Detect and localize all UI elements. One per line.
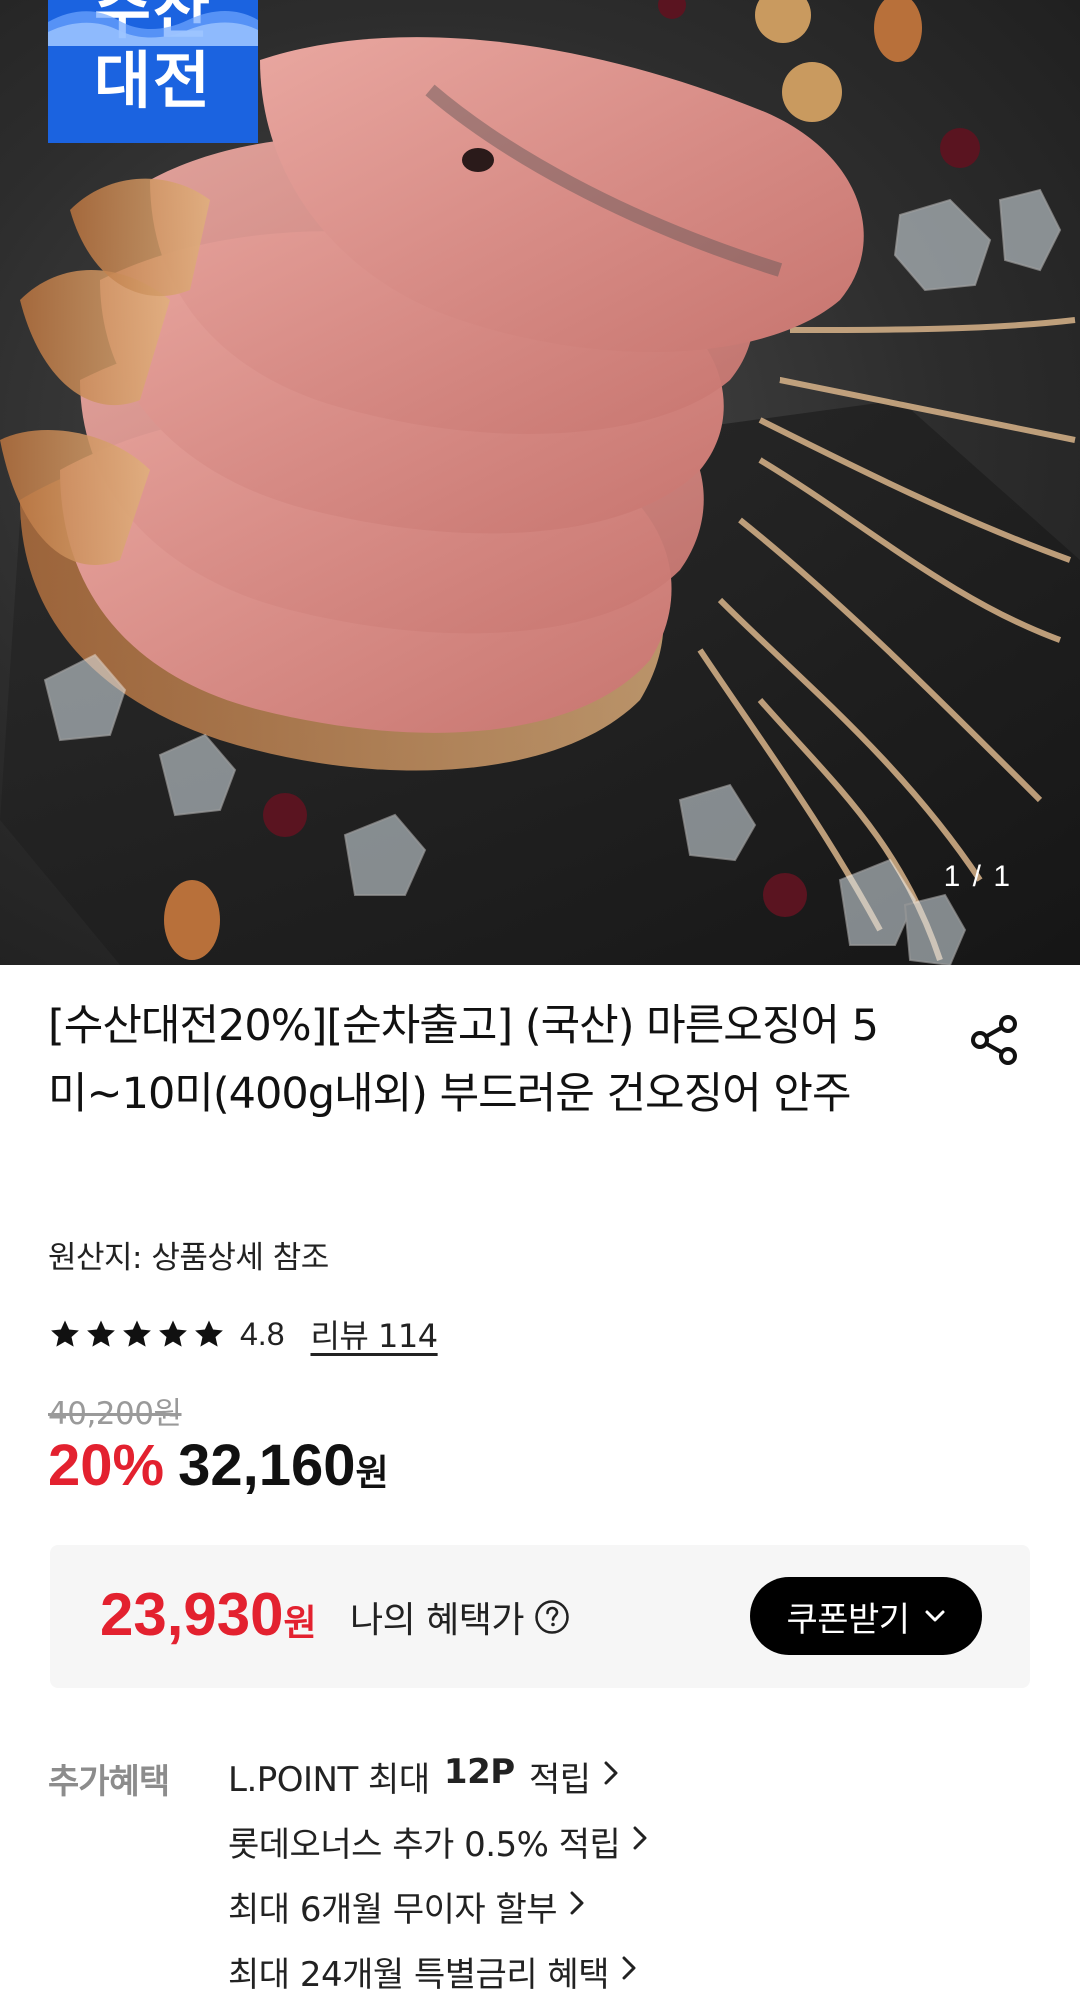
promo-badge: 수산 대전 (48, 0, 258, 143)
extra-benefit-special-rate[interactable]: 최대 24개월 특별금리 혜택 (228, 1947, 648, 2012)
extra-benefit-lpoint[interactable]: L.POINT 최대 12P 적립 (228, 1752, 648, 1817)
extra-benefit-bold: 12P (443, 1752, 515, 1792)
review-link[interactable]: 리뷰 114 (310, 1311, 438, 1357)
chevron-right-icon (569, 1890, 585, 1916)
extra-benefit-text: 롯데오너스 추가 0.5% 적립 (228, 1825, 621, 1865)
origin-info: 원산지: 상품상세 참조 (48, 1240, 329, 1276)
extra-benefit-suffix: 적립 (518, 1760, 591, 1800)
extra-benefits-list: L.POINT 최대 12P 적립 롯데오너스 추가 0.5% 적립 최대 6개… (228, 1752, 648, 2012)
price-row: 20% 32,160 원 (48, 1432, 389, 1499)
chevron-down-icon (924, 1609, 946, 1623)
image-counter: 1 / 1 (943, 860, 1012, 893)
chevron-right-icon (603, 1760, 619, 1786)
extra-benefit-lotte-owners[interactable]: 롯데오너스 추가 0.5% 적립 (228, 1817, 648, 1882)
product-image-carousel[interactable]: 수산 대전 1 / 1 (0, 0, 1080, 965)
extra-benefits-label: 추가혜택 (48, 1762, 170, 1802)
chevron-right-icon (632, 1825, 648, 1851)
benefit-unit: 원 (283, 1603, 317, 1644)
benefit-price-box: 23,930 원 나의 혜택가 쿠폰받기 (50, 1545, 1030, 1688)
benefit-amount: 23,930 (100, 1581, 284, 1648)
star-icon (123, 1320, 151, 1347)
extra-benefit-text: 최대 24개월 특별금리 혜택 (228, 1955, 610, 1995)
star-icon (195, 1320, 223, 1347)
rating-row: 4.8 리뷰 114 (48, 1312, 438, 1356)
star-icon (51, 1320, 79, 1347)
product-title: [수산대전20%][순차출고] (국산) 마른오징어 5미~10미(400g내외… (48, 1001, 879, 1119)
original-price: 40,200원 (48, 1396, 182, 1432)
benefit-label: 나의 혜택가 (350, 1591, 570, 1643)
rating-stars (48, 1317, 226, 1351)
coupon-button-label: 쿠폰받기 (786, 1599, 910, 1640)
question-circle-icon[interactable] (534, 1599, 570, 1635)
rating-value: 4.8 (240, 1315, 285, 1352)
sale-price-unit: 원 (355, 1453, 389, 1494)
extra-benefit-text: 최대 6개월 무이자 할부 (228, 1890, 558, 1930)
share-button[interactable] (965, 1010, 1025, 1070)
sale-price: 32,160 (178, 1433, 356, 1498)
coupon-button[interactable]: 쿠폰받기 (750, 1577, 982, 1655)
wave-icon (48, 11, 258, 46)
share-icon (971, 1015, 1017, 1065)
chevron-right-icon (621, 1955, 637, 1981)
star-icon (159, 1320, 187, 1347)
benefit-price: 23,930 원 (100, 1580, 317, 1649)
product-photo (0, 0, 1080, 965)
extra-benefit-prefix: L.POINT 최대 (228, 1760, 440, 1800)
extra-benefit-installment[interactable]: 최대 6개월 무이자 할부 (228, 1882, 648, 1947)
benefit-label-text: 나의 혜택가 (350, 1600, 525, 1641)
star-icon (87, 1320, 115, 1347)
discount-rate: 20% (48, 1433, 165, 1498)
